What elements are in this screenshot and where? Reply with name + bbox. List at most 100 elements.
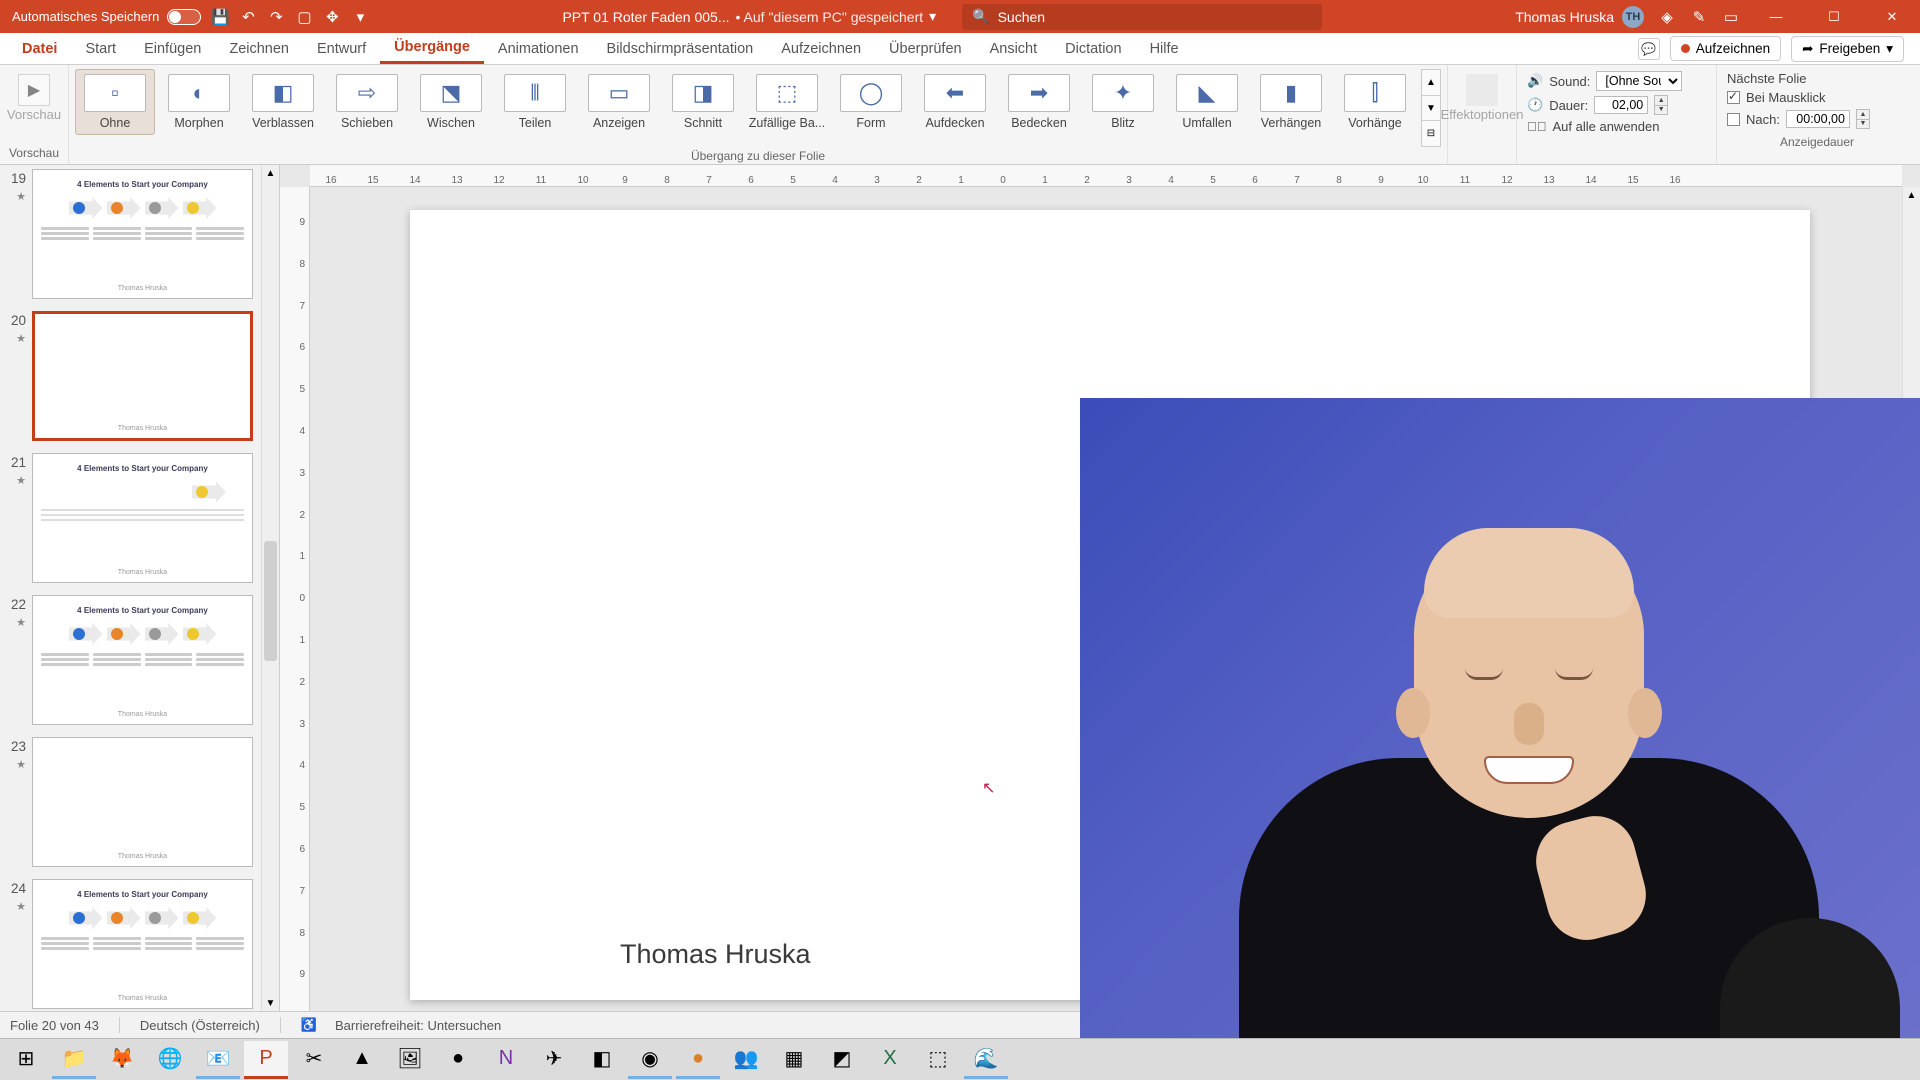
minimize-button[interactable]: — <box>1754 0 1798 33</box>
scroll-track[interactable] <box>262 181 279 995</box>
account-button[interactable]: Thomas Hruska TH <box>1515 6 1644 28</box>
tab-animations[interactable]: Animationen <box>484 33 593 64</box>
touch-mode-icon[interactable]: ✥ <box>323 8 341 26</box>
transition-schnitt[interactable]: ◨Schnitt <box>663 69 743 135</box>
transition-zuflligeba[interactable]: ⬚Zufällige Ba... <box>747 69 827 135</box>
thumbnail-preview[interactable]: Thomas Hruska <box>32 311 253 441</box>
undo-icon[interactable]: ↶ <box>239 8 257 26</box>
on-click-row[interactable]: Bei Mausklick <box>1727 90 1907 105</box>
transition-verhngen[interactable]: ▮Verhängen <box>1251 69 1331 135</box>
duration-spinner[interactable]: ▲▼ <box>1654 95 1668 115</box>
save-icon[interactable]: 💾 <box>211 8 229 26</box>
transition-form[interactable]: ◯Form <box>831 69 911 135</box>
thumbnail-scrollbar[interactable]: ▲ ▼ <box>261 165 279 1011</box>
taskbar-telegram[interactable]: ✈ <box>532 1041 576 1079</box>
scroll-handle[interactable] <box>264 541 277 661</box>
taskbar-outlook[interactable]: 📧 <box>196 1041 240 1079</box>
search-input[interactable]: 🔍 Suchen <box>962 4 1322 30</box>
taskbar-vlc[interactable]: ▲ <box>340 1041 384 1079</box>
taskbar-app[interactable]: ● <box>676 1041 720 1079</box>
tab-dictation[interactable]: Dictation <box>1051 33 1135 64</box>
after-row[interactable]: Nach: ▲▼ <box>1727 109 1907 129</box>
start-button[interactable]: ⊞ <box>4 1041 48 1079</box>
sound-select[interactable]: [Ohne Sound] <box>1596 71 1682 91</box>
taskbar-app[interactable]: ◩ <box>820 1041 864 1079</box>
thumbnail-item[interactable]: 22★4 Elements to Start your CompanyThoma… <box>4 595 253 725</box>
language-indicator[interactable]: Deutsch (Österreich) <box>140 1018 260 1033</box>
thumbnail-list[interactable]: 19★4 Elements to Start your CompanyThoma… <box>0 165 261 1011</box>
transition-anzeigen[interactable]: ▭Anzeigen <box>579 69 659 135</box>
transition-ohne[interactable]: ▫Ohne <box>75 69 155 135</box>
taskbar-obs[interactable]: ◉ <box>628 1041 672 1079</box>
after-input[interactable] <box>1786 110 1850 128</box>
taskbar-app[interactable]: ⬚ <box>916 1041 960 1079</box>
tab-record[interactable]: Aufzeichnen <box>767 33 875 64</box>
close-button[interactable]: ✕ <box>1870 0 1914 33</box>
thumbnail-preview[interactable]: 4 Elements to Start your CompanyThomas H… <box>32 453 253 583</box>
thumbnail-item[interactable]: 20★Thomas Hruska <box>4 311 253 441</box>
tab-start[interactable]: Start <box>71 33 130 64</box>
thumbnail-item[interactable]: 21★4 Elements to Start your CompanyThoma… <box>4 453 253 583</box>
transition-schieben[interactable]: ⇨Schieben <box>327 69 407 135</box>
on-click-checkbox[interactable] <box>1727 91 1740 104</box>
tab-review[interactable]: Überprüfen <box>875 33 976 64</box>
redo-icon[interactable]: ↷ <box>267 8 285 26</box>
pen-icon[interactable]: ✎ <box>1690 8 1708 26</box>
taskbar-gallery[interactable]: 🖼 <box>388 1041 432 1079</box>
tab-transitions[interactable]: Übergänge <box>380 33 484 64</box>
thumbnail-preview[interactable]: 4 Elements to Start your CompanyThomas H… <box>32 169 253 299</box>
taskbar-app[interactable]: ◧ <box>580 1041 624 1079</box>
taskbar-onenote[interactable]: N <box>484 1041 528 1079</box>
taskbar-explorer[interactable]: 📁 <box>52 1041 96 1079</box>
window-layout-icon[interactable]: ▭ <box>1722 8 1740 26</box>
thumbnail-preview[interactable]: 4 Elements to Start your CompanyThomas H… <box>32 595 253 725</box>
transition-vorhnge[interactable]: ⫿Vorhänge <box>1335 69 1415 135</box>
share-button[interactable]: ➦Freigeben▾ <box>1791 36 1904 62</box>
transition-wischen[interactable]: ⬔Wischen <box>411 69 491 135</box>
transition-morphen[interactable]: ◐Morphen <box>159 69 239 135</box>
accessibility-status[interactable]: Barrierefreiheit: Untersuchen <box>335 1018 501 1033</box>
taskbar-snip[interactable]: ✂ <box>292 1041 336 1079</box>
taskbar-teams[interactable]: 👥 <box>724 1041 768 1079</box>
tab-view[interactable]: Ansicht <box>976 33 1052 64</box>
slide-counter[interactable]: Folie 20 von 43 <box>10 1018 99 1033</box>
taskbar-excel[interactable]: X <box>868 1041 912 1079</box>
transition-teilen[interactable]: ⫴Teilen <box>495 69 575 135</box>
thumbnail-item[interactable]: 19★4 Elements to Start your CompanyThoma… <box>4 169 253 299</box>
thumbnail-item[interactable]: 23★Thomas Hruska <box>4 737 253 867</box>
tab-slideshow[interactable]: Bildschirmpräsentation <box>593 33 768 64</box>
taskbar-edge[interactable]: 🌊 <box>964 1041 1008 1079</box>
tab-draw[interactable]: Zeichnen <box>215 33 303 64</box>
after-checkbox[interactable] <box>1727 113 1740 126</box>
duration-input[interactable] <box>1594 96 1648 114</box>
scroll-up-icon[interactable]: ▲ <box>266 165 276 181</box>
apply-all-row[interactable]: �⃞ Auf alle anwenden <box>1527 119 1706 134</box>
thumbnail-item[interactable]: 24★4 Elements to Start your CompanyThoma… <box>4 879 253 1009</box>
qat-more-icon[interactable]: ▾ <box>351 8 369 26</box>
transition-verblassen[interactable]: ◧Verblassen <box>243 69 323 135</box>
tab-help[interactable]: Hilfe <box>1136 33 1193 64</box>
gallery-more-button[interactable]: ▲▼⊟ <box>1421 69 1441 147</box>
taskbar-firefox[interactable]: 🦊 <box>100 1041 144 1079</box>
after-spinner[interactable]: ▲▼ <box>1856 109 1870 129</box>
record-button[interactable]: Aufzeichnen <box>1670 36 1781 61</box>
present-from-start-icon[interactable]: ▢ <box>295 8 313 26</box>
diamond-icon[interactable]: ◈ <box>1658 8 1676 26</box>
taskbar-powerpoint[interactable]: P <box>244 1041 288 1079</box>
title-dropdown-icon[interactable]: ▾ <box>929 8 936 25</box>
toggle-icon[interactable] <box>167 9 201 25</box>
autosave-toggle[interactable]: Automatisches Speichern <box>12 9 201 25</box>
tab-design[interactable]: Entwurf <box>303 33 380 64</box>
tab-file[interactable]: Datei <box>8 33 71 64</box>
tab-insert[interactable]: Einfügen <box>130 33 215 64</box>
taskbar-chrome[interactable]: 🌐 <box>148 1041 192 1079</box>
maximize-button[interactable]: ☐ <box>1812 0 1856 33</box>
canvas-scroll-up-icon[interactable]: ▲ <box>1907 187 1917 203</box>
scroll-down-icon[interactable]: ▼ <box>266 995 276 1011</box>
taskbar-app[interactable]: ● <box>436 1041 480 1079</box>
transition-aufdecken[interactable]: ⬅Aufdecken <box>915 69 995 135</box>
taskbar-app[interactable]: ▦ <box>772 1041 816 1079</box>
transition-bedecken[interactable]: ➡Bedecken <box>999 69 1079 135</box>
transition-umfallen[interactable]: ◣Umfallen <box>1167 69 1247 135</box>
thumbnail-preview[interactable]: Thomas Hruska <box>32 737 253 867</box>
